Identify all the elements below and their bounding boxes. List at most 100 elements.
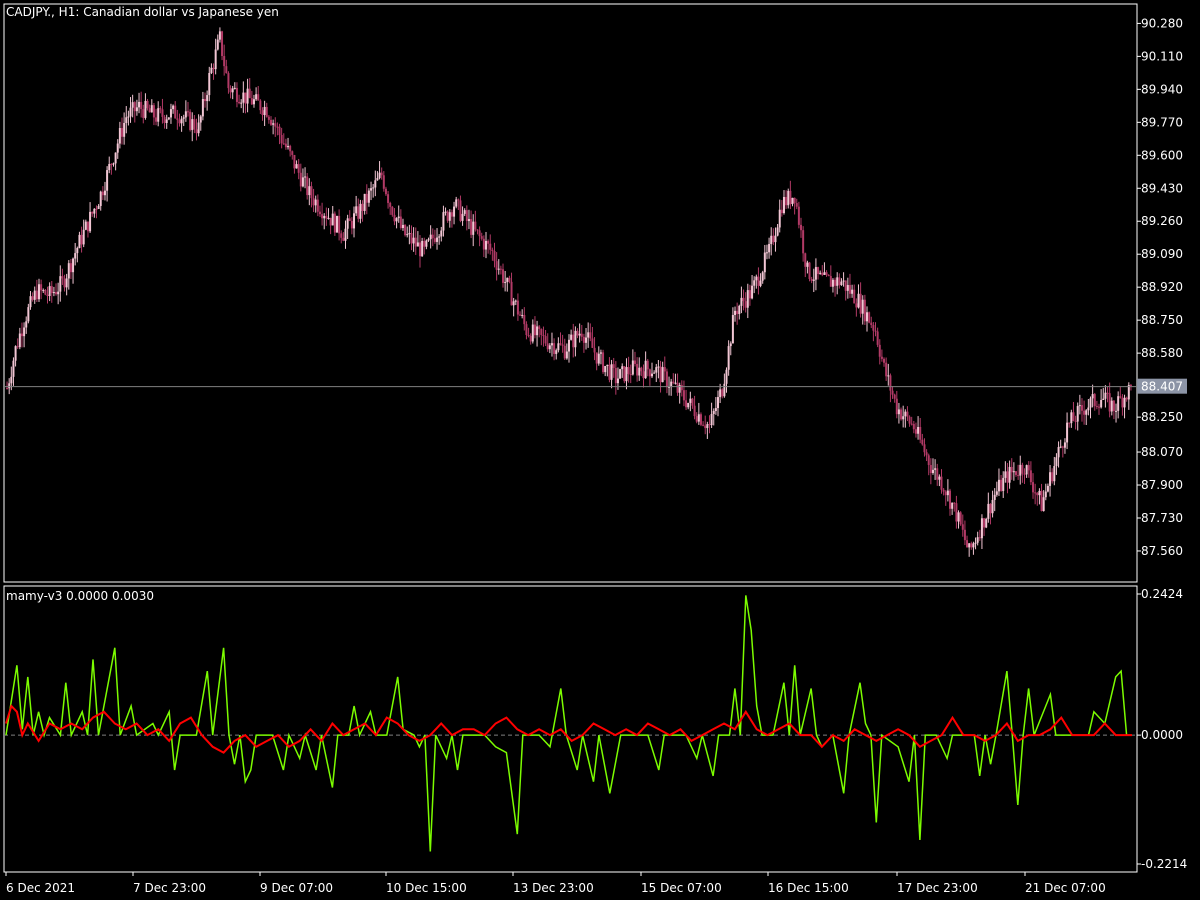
candle-body [91, 211, 94, 214]
candle-body [657, 366, 660, 368]
candle-body [691, 398, 694, 406]
candle-body [299, 172, 302, 187]
candle-body [1104, 392, 1107, 399]
candle-body [521, 314, 524, 316]
candle-body [680, 384, 683, 391]
candle-body [178, 119, 181, 124]
candle-body [504, 281, 507, 283]
candle-body [129, 107, 132, 117]
time-tick-label: 21 Dec 07:00 [1025, 881, 1106, 895]
candle-body [674, 382, 677, 384]
candle-body [874, 330, 877, 332]
candle-body [35, 290, 38, 300]
candle-body [670, 381, 673, 387]
candle-body [959, 512, 962, 525]
candle-body [642, 371, 645, 379]
candle-body [693, 405, 696, 417]
candle-body [325, 215, 328, 219]
candle-body [263, 106, 266, 116]
candle-body [1089, 398, 1092, 408]
candle-body [20, 333, 23, 337]
time-tick-label: 7 Dec 23:00 [133, 881, 206, 895]
candle-body [608, 364, 611, 380]
price-tick-label: 89.600 [1141, 148, 1183, 162]
candle-body [259, 100, 262, 111]
candle-body [1046, 485, 1049, 492]
candle-body [976, 537, 979, 543]
candle-body [1076, 406, 1079, 422]
candle-body [944, 491, 947, 496]
candle-body [270, 119, 273, 125]
candle-body [401, 224, 404, 228]
candle-body [868, 312, 871, 323]
indicator-panel [3, 585, 1138, 873]
candle-body [672, 381, 675, 383]
candle-body [89, 211, 92, 232]
candle-body [410, 233, 413, 244]
candle-body [510, 281, 513, 306]
price-tick-label: 87.730 [1141, 511, 1183, 525]
candle-body [340, 233, 343, 238]
candle-body [614, 367, 617, 384]
candle-body [438, 236, 441, 238]
candle-body [814, 267, 817, 280]
candle-body [591, 338, 594, 348]
candle-body [278, 126, 281, 136]
candle-body [404, 224, 407, 236]
candle-body [619, 369, 622, 379]
candle-body [355, 206, 358, 214]
candle-body [419, 242, 422, 257]
candle-body [112, 163, 115, 165]
candle-body [742, 297, 745, 302]
candle-body [851, 289, 854, 294]
candle-body [836, 277, 839, 286]
candle-body [301, 177, 304, 187]
candle-body [110, 164, 113, 166]
candle-body [770, 235, 773, 245]
candle-body [1100, 399, 1103, 408]
candle-body [853, 289, 856, 304]
candle-body [885, 362, 888, 377]
candle-body [712, 410, 715, 414]
candle-body [755, 276, 758, 281]
candle-body [646, 360, 649, 370]
candle-body [536, 326, 539, 336]
candle-body [731, 315, 734, 344]
candle-body [50, 286, 53, 294]
candle-body [284, 143, 287, 148]
candle-body [310, 186, 313, 199]
candle-body [587, 332, 590, 338]
candle-body [589, 332, 592, 339]
candle-body [376, 178, 379, 181]
candle-body [57, 291, 60, 295]
candle-body [955, 503, 958, 522]
candle-body [880, 356, 883, 359]
candle-body [1036, 492, 1039, 496]
candle-body [16, 346, 19, 348]
candle-body [808, 262, 811, 279]
candle-body [987, 503, 990, 519]
candle-body [612, 364, 615, 368]
time-tick-label: 17 Dec 23:00 [897, 881, 978, 895]
candle-body [823, 272, 826, 275]
candle-body [787, 190, 790, 206]
candle-body [872, 325, 875, 331]
candle-body [651, 373, 654, 377]
candle-body [946, 490, 949, 496]
candle-body [455, 199, 458, 207]
candle-body [531, 324, 534, 342]
candle-body [114, 152, 117, 164]
candle-body [121, 128, 124, 137]
candle-body [961, 524, 964, 530]
candle-body [106, 170, 109, 191]
candle-body [144, 100, 147, 118]
candle-body [931, 469, 934, 474]
candle-body [408, 233, 411, 235]
candle-body [163, 116, 166, 123]
candle-body [921, 439, 924, 445]
candle-body [280, 135, 283, 144]
candle-body [159, 108, 162, 110]
candle-body [167, 117, 170, 120]
candle-body [514, 300, 517, 302]
candle-body [780, 209, 783, 214]
